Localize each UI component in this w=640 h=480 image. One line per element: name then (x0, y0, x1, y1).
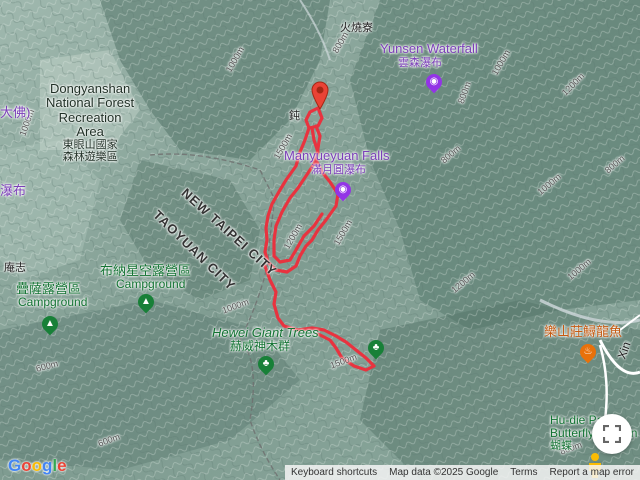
attribution-bar: Keyboard shortcuts Map data ©2025 Google… (284, 465, 640, 480)
fork-knife-icon[interactable]: ♨ (576, 340, 600, 364)
poi-label-restaurant[interactable]: 樂山莊鱘龍魚 (544, 324, 622, 339)
report-error-link[interactable]: Report a map error (544, 467, 640, 478)
poi-label-left-waterfall-partial[interactable]: 瀑布 (0, 183, 26, 198)
place-label-anzhi[interactable]: 庵志 (4, 262, 26, 274)
poi-label-camp-1-en[interactable]: Campground (18, 295, 87, 309)
tree-icon[interactable]: ♣ (364, 336, 388, 360)
poi-label-hewei-trees-zh[interactable]: 赫威神木群 (230, 339, 290, 353)
red-location-pin[interactable] (310, 80, 330, 110)
fullscreen-button[interactable] (592, 414, 632, 454)
poi-label-left-partial[interactable]: 大佛) (0, 105, 30, 120)
camera-icon[interactable]: ◉ (422, 70, 446, 94)
place-label-dongyanshan-zh-1: 東眼山國家 (62, 139, 118, 152)
logo-letter: G (8, 456, 22, 475)
google-logo: Google (8, 456, 67, 476)
logo-letter: o (31, 456, 43, 475)
logo-letter: o (21, 456, 32, 475)
poi-label-yunsen-waterfall-zh[interactable]: 雲森瀑布 (398, 57, 442, 69)
map-data-text: Map data ©2025 Google (389, 467, 499, 478)
place-label-dongyanshan-line-3: Recreation (58, 109, 122, 125)
poi-label-camp-2-en[interactable]: Campground (116, 277, 185, 291)
map-view[interactable]: 1000m 1000m 1500m 800m 1200m 1000m 1000m… (0, 0, 640, 480)
fullscreen-icon (603, 425, 621, 443)
tent-icon[interactable]: ▲ (38, 312, 62, 336)
terms-link[interactable]: Terms (504, 467, 543, 478)
place-label-dongyanshan[interactable]: Dongyanshan National Forest Recreation A… (46, 81, 135, 164)
place-label-dongyanshan-line-2: National Forest (46, 95, 135, 111)
place-label-dongyanshan-line-4: Area (76, 123, 104, 139)
terrain-layer (0, 0, 640, 480)
place-label-huoshaoliao[interactable]: 火燒寮 (340, 22, 373, 34)
place-label-dongyanshan-zh-2: 森林遊樂區 (62, 151, 118, 164)
camera-icon[interactable]: ◉ (331, 178, 355, 202)
tent-icon[interactable]: ▲ (134, 290, 158, 314)
keyboard-shortcuts-link[interactable]: Keyboard shortcuts (285, 467, 383, 478)
logo-letter: e (57, 456, 67, 475)
logo-letter: g (42, 456, 53, 475)
poi-label-yunsen-waterfall[interactable]: Yunsen Waterfall (380, 41, 478, 56)
poi-label-manyueyuan-falls[interactable]: Manyueyuan Falls (284, 148, 390, 163)
poi-label-manyueyuan-falls-zh[interactable]: 滿月圓瀑布 (311, 164, 366, 176)
trail-start-label: 鈍 (289, 110, 300, 122)
tree-icon[interactable]: ♣ (254, 352, 278, 376)
